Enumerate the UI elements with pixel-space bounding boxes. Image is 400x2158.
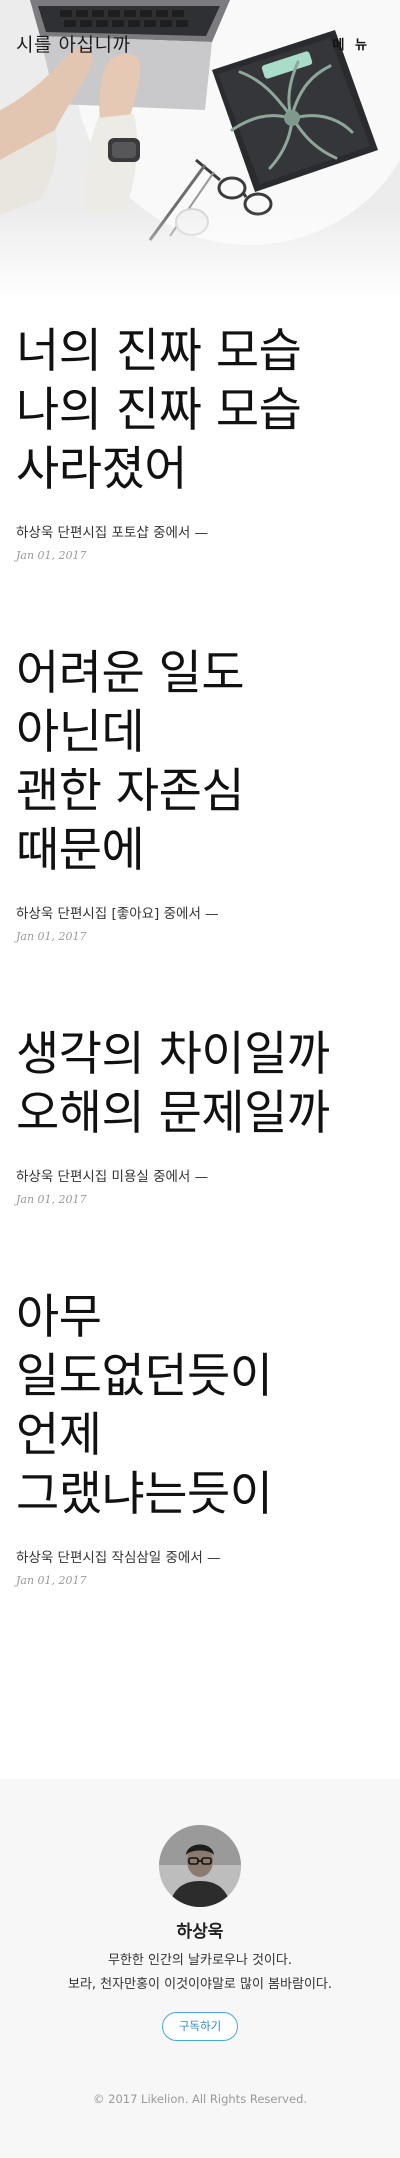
post-item[interactable]: 어려운 일도 아닌데 괜한 자존심 때문에 하상욱 단편시집 [좋아요] 중에서…: [16, 644, 384, 943]
post-title[interactable]: 어려운 일도 아닌데 괜한 자존심 때문에: [16, 644, 384, 880]
post-title[interactable]: 아무 일도없던듯이 언제 그랬냐는듯이: [16, 1288, 384, 1524]
hero-header: 시를 아십니까 메 뉴: [0, 0, 400, 300]
post-list: 너의 진짜 모습 나의 진짜 모습 사라졌어 하상욱 단편시집 포토샵 중에서 …: [0, 300, 400, 1587]
post-source: 하상욱 단편시집 포토샵 중에서 —: [16, 525, 209, 541]
post-item[interactable]: 너의 진짜 모습 나의 진짜 모습 사라졌어 하상욱 단편시집 포토샵 중에서 …: [16, 322, 384, 562]
hero-fade: [0, 210, 400, 300]
subscribe-button[interactable]: 구독하기: [162, 2012, 238, 2041]
post-item[interactable]: 아무 일도없던듯이 언제 그랬냐는듯이 하상욱 단편시집 작심삼일 중에서 — …: [16, 1288, 384, 1587]
avatar: [159, 1825, 241, 1907]
author-footer: 하상욱 무한한 인간의 날카로우나 것이다. 보라, 천자만홍이 이것이야말로 …: [0, 1779, 400, 2158]
post-source: 하상욱 단편시집 작심삼일 중에서 —: [16, 1550, 221, 1566]
post-date: Jan 01, 2017: [16, 1574, 87, 1587]
post-item[interactable]: 생각의 차이일까 오해의 문제일까 하상욱 단편시집 미용실 중에서 — Jan…: [16, 1025, 384, 1206]
post-date: Jan 01, 2017: [16, 1193, 87, 1206]
author-bio: 무한한 인간의 날카로우나 것이다. 보라, 천자만홍이 이것이야말로 많이 봄…: [68, 1953, 332, 1992]
post-date: Jan 01, 2017: [16, 549, 87, 562]
site-title[interactable]: 시를 아십니까: [16, 30, 130, 57]
menu-button[interactable]: 메 뉴: [333, 34, 370, 53]
post-title[interactable]: 너의 진짜 모습 나의 진짜 모습 사라졌어: [16, 322, 384, 499]
author-photo: [159, 1825, 241, 1907]
page: 시를 아십니까 메 뉴 너의 진짜 모습 나의 진짜 모습 사라졌어 하상욱 단…: [0, 0, 400, 2158]
author-name: 하상욱: [176, 1922, 224, 1942]
post-title[interactable]: 생각의 차이일까 오해의 문제일까: [16, 1025, 384, 1143]
post-source: 하상욱 단편시집 미용실 중에서 —: [16, 1169, 209, 1185]
copyright-text: © 2017 Likelion. All Rights Reserved.: [92, 2092, 308, 2106]
post-source: 하상욱 단편시집 [좋아요] 중에서 —: [16, 906, 219, 922]
post-date: Jan 01, 2017: [16, 930, 87, 943]
